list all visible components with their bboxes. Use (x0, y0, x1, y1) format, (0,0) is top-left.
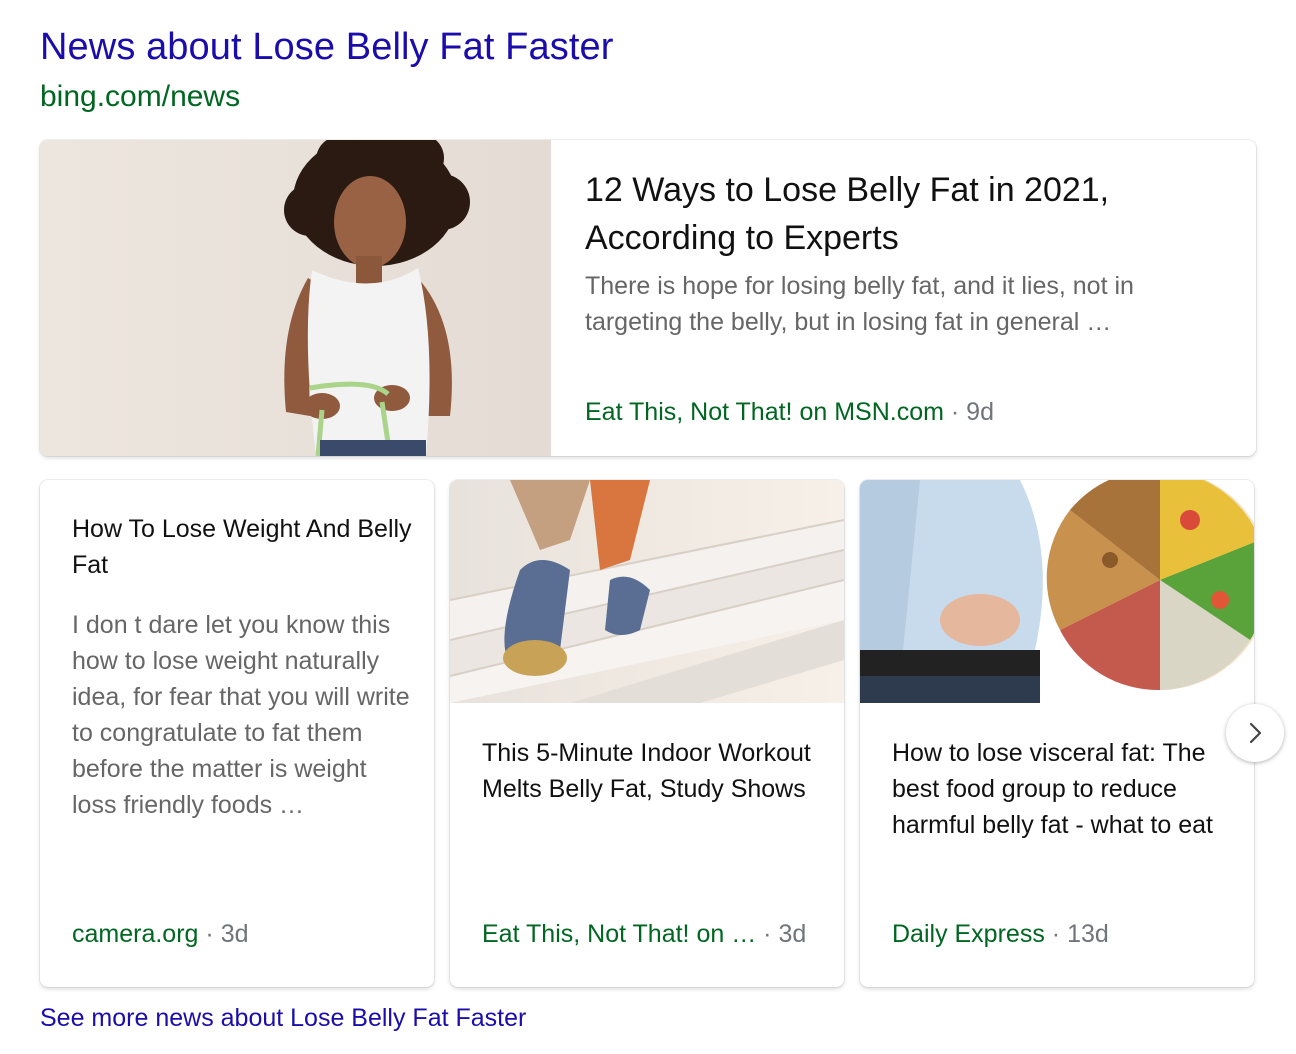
meta-separator: · (763, 920, 772, 948)
news-card-snippet: I don t dare let you know this how to lo… (72, 611, 410, 819)
news-card[interactable]: How To Lose Weight And Belly Fat I don t… (40, 480, 434, 987)
featured-news-card[interactable]: 12 Ways to Lose Belly Fat in 2021, Accor… (40, 140, 1256, 456)
meta-separator: · (1051, 920, 1061, 948)
news-card-image (450, 480, 844, 703)
chevron-right-icon (1243, 721, 1267, 745)
news-age: 3d (778, 920, 807, 948)
news-age: 9d (966, 398, 994, 426)
news-card-title: How to lose visceral fat: The best food … (892, 739, 1213, 839)
news-age: 3d (220, 920, 249, 948)
news-source: camera.org (72, 920, 199, 948)
featured-news-title: 12 Ways to Lose Belly Fat in 2021, Accor… (585, 171, 1110, 257)
carousel-next-button[interactable] (1226, 704, 1284, 762)
news-header-link[interactable]: News about Lose Belly Fat Faster (40, 26, 613, 69)
news-source: Eat This, Not That! on … (482, 920, 757, 948)
news-age: 13d (1067, 920, 1109, 948)
news-card[interactable]: This 5-Minute Indoor Workout Melts Belly… (450, 480, 844, 987)
featured-news-snippet: There is hope for losing belly fat, and … (585, 272, 1134, 336)
featured-news-meta: Eat This, Not That! on MSN.com · 9d (585, 398, 994, 427)
meta-separator: · (950, 398, 960, 426)
news-card-image (860, 480, 1254, 703)
news-card[interactable]: How to lose visceral fat: The best food … (860, 480, 1254, 987)
news-source: Eat This, Not That! on MSN.com (585, 398, 944, 426)
meta-separator: · (205, 920, 214, 948)
news-card-meta: camera.org · 3d (72, 920, 249, 949)
see-more-news-link[interactable]: See more news about Lose Belly Fat Faste… (40, 1004, 526, 1033)
news-source: Daily Express (892, 920, 1045, 948)
header-source-url: bing.com/news (40, 80, 241, 113)
news-card-title: This 5-Minute Indoor Workout Melts Belly… (482, 739, 811, 803)
news-card-meta: Eat This, Not That! on … · 3d (482, 920, 806, 949)
featured-news-image (40, 140, 551, 456)
news-card-title: How To Lose Weight And Belly Fat (72, 515, 412, 579)
news-card-meta: Daily Express · 13d (892, 920, 1109, 949)
